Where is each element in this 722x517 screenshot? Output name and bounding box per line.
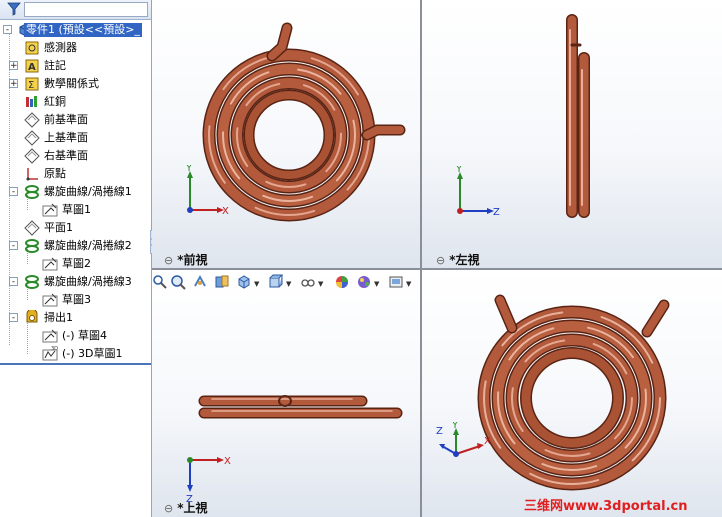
link-views-icon[interactable]: ⊖	[164, 502, 173, 515]
svg-text:3D: 3D	[51, 346, 58, 352]
tree-item-label: 螺旋曲線/渦捲線2	[44, 239, 132, 252]
tree-divider	[0, 363, 151, 365]
tree-item-label: (-) 草圖4	[62, 329, 108, 342]
link-views-icon[interactable]: ⊖	[164, 254, 173, 267]
tree-item-label: 感測器	[44, 41, 77, 54]
view-label-top: ⊖ *上視	[164, 501, 208, 515]
axis-x-label: X	[484, 436, 491, 447]
tree-item[interactable]: + Σ 數學關係式	[0, 75, 151, 93]
tree-item[interactable]: 草圖2	[0, 255, 151, 273]
expand-icon[interactable]: +	[9, 61, 18, 71]
coil-left-view	[566, 14, 590, 218]
tree-item-label: 紅銅	[44, 95, 66, 108]
helix-icon	[25, 275, 39, 289]
triad-isometric: Z Y X	[436, 422, 491, 457]
tree-item[interactable]: - 螺旋曲線/渦捲線2	[0, 237, 151, 255]
sketch-icon	[42, 329, 58, 343]
collapse-icon[interactable]: -	[3, 25, 12, 35]
annotation-icon: A	[25, 59, 39, 73]
tree-item[interactable]: 原點	[0, 165, 151, 183]
svg-text:A: A	[28, 62, 36, 73]
tree-item[interactable]: 3D (-) 3D草圖1	[0, 345, 151, 363]
svg-text:Σ: Σ	[28, 80, 34, 91]
sensor-icon	[25, 41, 39, 55]
viewport-splitter-vertical[interactable]	[420, 0, 422, 517]
tree-item[interactable]: 上基準面	[0, 129, 151, 147]
filter-icon[interactable]	[7, 2, 21, 16]
tree-item[interactable]: - 零件1 (預設<<預設>_	[0, 21, 151, 39]
sketch-icon	[42, 257, 58, 271]
expand-icon[interactable]: +	[9, 79, 18, 89]
viewport-isometric[interactable]: Z Y X	[422, 270, 722, 517]
viewport-splitter-horizontal[interactable]	[152, 268, 722, 270]
tree-item-label: (-) 3D草圖1	[62, 347, 123, 360]
material-icon	[26, 96, 37, 107]
feature-manager-tree: - 零件1 (預設<<預設>_ 感測器 + A 註記 + Σ 數學關係式紅銅前基準面上基準面右基…	[0, 0, 152, 517]
sketch-icon	[42, 293, 58, 307]
tree-item-label: 掃出1	[44, 311, 73, 324]
tree-item[interactable]: 草圖3	[0, 291, 151, 309]
plane-icon	[24, 148, 40, 164]
tree-item[interactable]: - 螺旋曲線/渦捲線1	[0, 183, 151, 201]
triad-front: Y X	[185, 165, 229, 217]
link-views-icon[interactable]: ⊖	[436, 254, 445, 267]
axis-y-label: Y	[455, 166, 463, 175]
tree-item[interactable]: 前基準面	[0, 111, 151, 129]
tree-item[interactable]: (-) 草圖4	[0, 327, 151, 345]
origin-icon	[26, 168, 38, 181]
plane-icon	[24, 220, 40, 236]
tree-item-label: 上基準面	[44, 131, 88, 144]
tree-item[interactable]: 草圖1	[0, 201, 151, 219]
tree-item-label: 草圖2	[62, 257, 91, 270]
coil-front-view	[202, 22, 406, 222]
tree-item-label: 螺旋曲線/渦捲線3	[44, 275, 132, 288]
tree-item[interactable]: 紅銅	[0, 93, 151, 111]
triad-left: Y Z	[455, 166, 500, 218]
3d-sketch-icon: 3D	[42, 346, 58, 361]
tree-item-label: 註記	[44, 59, 66, 72]
tree-item-label: 平面1	[44, 221, 73, 234]
tree-item[interactable]: - 螺旋曲線/渦捲線3	[0, 273, 151, 291]
tree-item-label: 螺旋曲線/渦捲線1	[44, 185, 132, 198]
view-label-left: ⊖ *左視	[436, 253, 480, 267]
collapse-icon[interactable]: -	[9, 187, 18, 197]
sketch-icon	[42, 203, 58, 217]
sweep-icon	[26, 310, 38, 323]
filter-input[interactable]	[24, 2, 148, 17]
axis-z-label: Z	[493, 207, 500, 218]
tree-item-label: 前基準面	[44, 113, 88, 126]
tree-item-label: 右基準面	[44, 149, 88, 162]
filter-bar	[0, 0, 151, 20]
tree-item-label: 零件1 (預設<<預設>_	[24, 23, 142, 37]
axis-z-label: Z	[436, 426, 443, 437]
tree-item[interactable]: 平面1	[0, 219, 151, 237]
tree-item-label: 草圖1	[62, 203, 91, 216]
axis-y-label: Y	[185, 165, 193, 174]
tree-item-label: 草圖3	[62, 293, 91, 306]
viewport-top[interactable]: ▼ ▼ ▼ ▼ ▼ Z X ⊖ *上視	[152, 270, 420, 517]
axis-x-label: X	[224, 456, 231, 467]
equation-icon: Σ	[25, 77, 39, 91]
axis-x-label: X	[222, 206, 229, 217]
tree-item-label: 原點	[44, 167, 66, 180]
axis-y-label: Y	[451, 422, 459, 431]
plane-icon	[24, 112, 40, 128]
view-label-front: ⊖ *前視	[164, 253, 208, 267]
collapse-icon[interactable]: -	[9, 313, 18, 323]
tree-item[interactable]: - 掃出1	[0, 309, 151, 327]
collapse-icon[interactable]: -	[9, 241, 18, 251]
helix-icon	[25, 239, 39, 253]
tree-item[interactable]: 感測器	[0, 39, 151, 57]
tree-item[interactable]: + A 註記	[0, 57, 151, 75]
helix-icon	[25, 185, 39, 199]
collapse-icon[interactable]: -	[9, 277, 18, 287]
tree-item[interactable]: 右基準面	[0, 147, 151, 165]
coil-isometric-view	[477, 294, 670, 491]
watermark-text: 三维网www.3dportal.cn	[524, 499, 688, 514]
viewport-front[interactable]: Y X ⊖ *前視	[152, 0, 420, 268]
plane-icon	[24, 130, 40, 146]
triad-top: Z X	[186, 456, 231, 503]
viewport-left[interactable]: Y Z ⊖ *左視	[422, 0, 722, 268]
tree-item-label: 數學關係式	[44, 77, 99, 90]
